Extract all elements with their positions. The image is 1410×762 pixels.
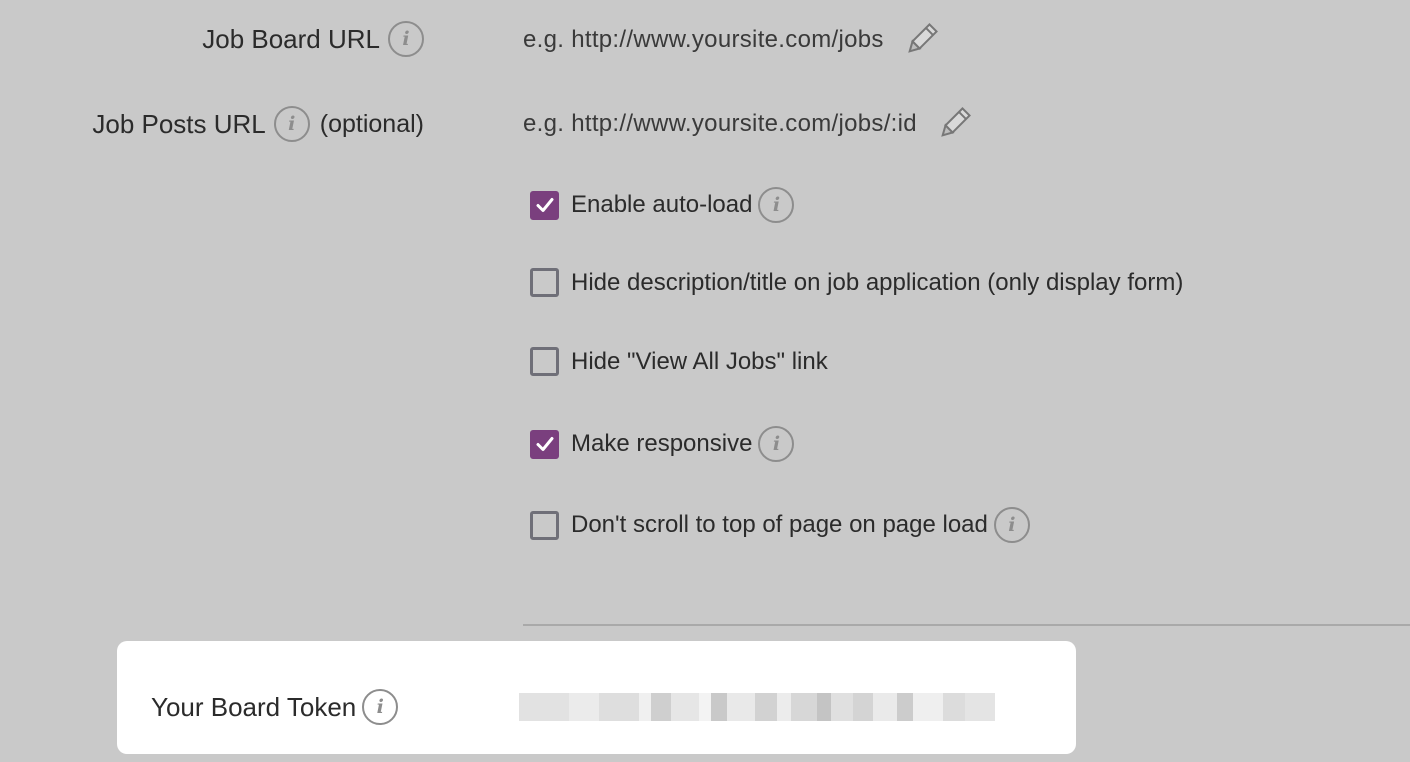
dont-scroll-to-top-label: Don't scroll to top of page on page load bbox=[571, 511, 988, 538]
optional-tag: (optional) bbox=[319, 109, 424, 138]
hide-description-label: Hide description/title on job applicatio… bbox=[571, 268, 1184, 296]
make-responsive-label: Make responsive bbox=[571, 430, 753, 457]
job-posts-url-field[interactable]: e.g. http://www.yoursite.com/jobs/:id bbox=[523, 105, 973, 143]
hide-view-all-jobs-label: Hide "View All Jobs" link bbox=[571, 347, 828, 375]
option-dont-scroll-to-top[interactable]: Don't scroll to top of page on page load… bbox=[530, 507, 1030, 543]
option-hide-view-all-jobs[interactable]: Hide "View All Jobs" link bbox=[530, 347, 828, 376]
option-make-responsive[interactable]: Make responsive i bbox=[530, 426, 795, 462]
job-posts-url-label-group: Job Posts URL i (optional) bbox=[92, 106, 424, 142]
board-token-info-icon[interactable]: i bbox=[362, 689, 399, 725]
job-posts-url-pencil-icon[interactable] bbox=[935, 105, 973, 143]
job-board-url-field[interactable]: e.g. http://www.yoursite.com/jobs bbox=[523, 21, 940, 59]
enable-auto-load-info-icon[interactable]: i bbox=[758, 187, 795, 223]
option-enable-auto-load[interactable]: Enable auto-load i bbox=[530, 187, 795, 223]
board-token-label: Your Board Token bbox=[151, 691, 357, 722]
job-board-url-label-group: Job Board URL i bbox=[202, 21, 424, 57]
option-hide-description[interactable]: Hide description/title on job applicatio… bbox=[530, 268, 1183, 297]
check-icon bbox=[536, 198, 553, 212]
job-board-url-label: Job Board URL bbox=[202, 23, 380, 54]
dont-scroll-to-top-checkbox[interactable] bbox=[530, 510, 559, 540]
enable-auto-load-checkbox[interactable] bbox=[530, 190, 559, 220]
enable-auto-load-label: Enable auto-load bbox=[571, 191, 753, 218]
check-icon bbox=[536, 437, 553, 451]
dont-scroll-to-top-info-icon[interactable]: i bbox=[993, 507, 1030, 543]
hide-view-all-jobs-checkbox[interactable] bbox=[530, 347, 559, 376]
hide-description-checkbox[interactable] bbox=[530, 268, 559, 297]
make-responsive-checkbox[interactable] bbox=[530, 429, 559, 459]
make-responsive-info-icon[interactable]: i bbox=[758, 426, 795, 462]
board-token-value-redacted[interactable] bbox=[519, 693, 995, 721]
board-token-card: Your Board Token i bbox=[117, 641, 1076, 754]
job-board-url-info-icon[interactable]: i bbox=[388, 21, 424, 57]
job-posts-url-label: Job Posts URL bbox=[92, 108, 266, 139]
job-posts-url-info-icon[interactable]: i bbox=[273, 106, 310, 142]
section-divider bbox=[523, 624, 1410, 626]
board-token-label-group: Your Board Token i bbox=[151, 689, 399, 725]
job-posts-url-value: e.g. http://www.yoursite.com/jobs/:id bbox=[523, 110, 917, 137]
job-board-url-pencil-icon[interactable] bbox=[902, 21, 940, 59]
job-board-url-value: e.g. http://www.yoursite.com/jobs bbox=[523, 26, 884, 53]
